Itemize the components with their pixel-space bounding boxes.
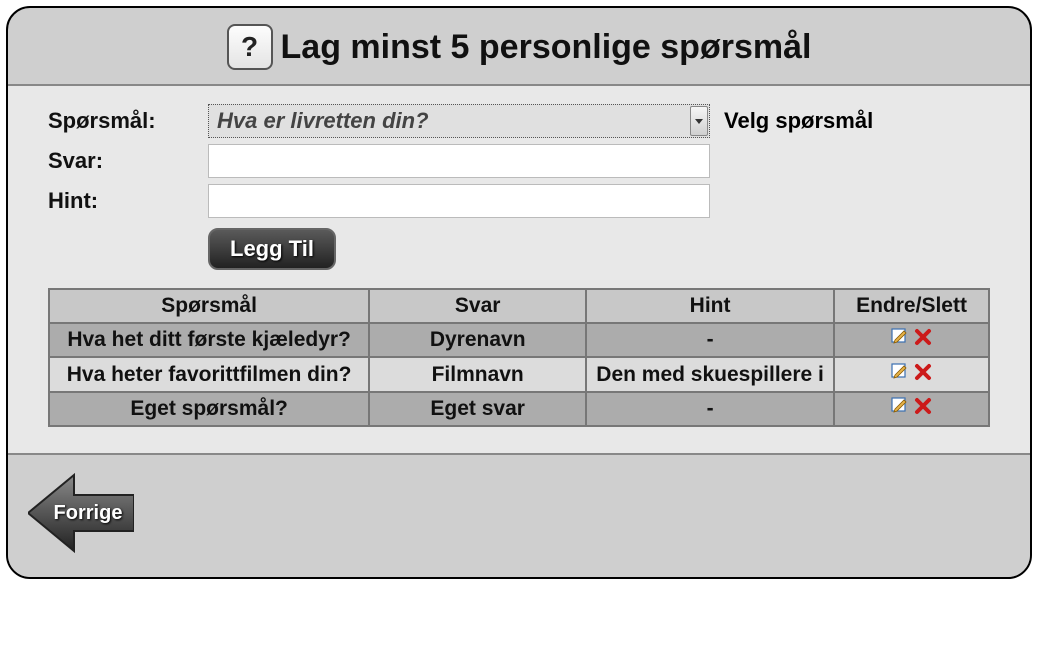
help-button[interactable]: ? bbox=[227, 24, 273, 70]
th-question: Spørsmål bbox=[49, 289, 369, 323]
th-hint: Hint bbox=[586, 289, 834, 323]
cell-question: Eget spørsmål? bbox=[49, 392, 369, 426]
cell-question: Hva heter favorittfilmen din? bbox=[49, 357, 369, 391]
cell-question: Hva het ditt første kjæledyr? bbox=[49, 323, 369, 357]
cell-answer: Eget svar bbox=[369, 392, 586, 426]
cell-hint: - bbox=[586, 392, 834, 426]
hint-input[interactable] bbox=[208, 184, 710, 218]
table-header-row: Spørsmål Svar Hint Endre/Slett bbox=[49, 289, 989, 323]
form-area: Spørsmål: Velg spørsmål Svar: Hint: Legg… bbox=[8, 86, 1030, 455]
delete-icon bbox=[914, 363, 932, 381]
edit-icon bbox=[891, 328, 909, 346]
label-question: Spørsmål: bbox=[48, 108, 208, 134]
label-hint: Hint: bbox=[48, 188, 208, 214]
table-row: Eget spørsmål?Eget svar- bbox=[49, 392, 989, 426]
edit-icon bbox=[891, 397, 909, 415]
header: ? Lag minst 5 personlige spørsmål bbox=[8, 8, 1030, 86]
page-title: Lag minst 5 personlige spørsmål bbox=[281, 28, 812, 67]
th-edit-delete: Endre/Slett bbox=[834, 289, 989, 323]
cell-actions bbox=[834, 392, 989, 426]
add-button[interactable]: Legg Til bbox=[208, 228, 336, 270]
cell-hint: Den med skuespillere i bbox=[586, 357, 834, 391]
question-select[interactable] bbox=[208, 104, 710, 138]
cell-answer: Dyrenavn bbox=[369, 323, 586, 357]
back-button[interactable]: Forrige bbox=[28, 473, 134, 553]
cell-answer: Filmnavn bbox=[369, 357, 586, 391]
label-answer: Svar: bbox=[48, 148, 208, 174]
delete-icon bbox=[914, 397, 932, 415]
question-mark-icon: ? bbox=[241, 31, 258, 63]
delete-icon bbox=[914, 328, 932, 346]
questions-table: Spørsmål Svar Hint Endre/Slett Hva het d… bbox=[48, 288, 990, 427]
row-hint: Hint: bbox=[48, 184, 990, 218]
edit-icon bbox=[891, 363, 909, 381]
cell-hint: - bbox=[586, 323, 834, 357]
table-row: Hva heter favorittfilmen din?FilmnavnDen… bbox=[49, 357, 989, 391]
th-answer: Svar bbox=[369, 289, 586, 323]
cell-actions bbox=[834, 323, 989, 357]
delete-button[interactable] bbox=[914, 363, 932, 387]
row-answer: Svar: bbox=[48, 144, 990, 178]
edit-button[interactable] bbox=[891, 397, 909, 421]
edit-button[interactable] bbox=[891, 363, 909, 387]
table-row: Hva het ditt første kjæledyr?Dyrenavn- bbox=[49, 323, 989, 357]
label-choose-question: Velg spørsmål bbox=[724, 108, 873, 134]
footer: Forrige bbox=[8, 455, 1030, 577]
row-question: Spørsmål: Velg spørsmål bbox=[48, 104, 990, 138]
main-panel: ? Lag minst 5 personlige spørsmål Spørsm… bbox=[6, 6, 1032, 579]
edit-button[interactable] bbox=[891, 328, 909, 352]
back-button-label: Forrige bbox=[54, 502, 123, 525]
delete-button[interactable] bbox=[914, 397, 932, 421]
delete-button[interactable] bbox=[914, 328, 932, 352]
question-select-wrap bbox=[208, 104, 710, 138]
answer-input[interactable] bbox=[208, 144, 710, 178]
cell-actions bbox=[834, 357, 989, 391]
